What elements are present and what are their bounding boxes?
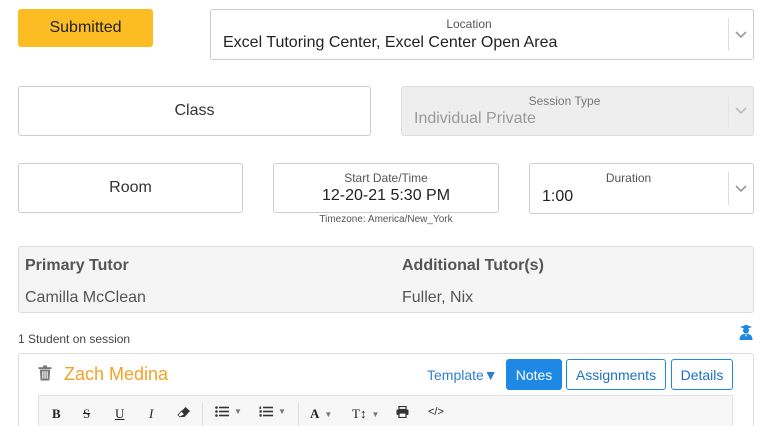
- timezone-note: Timezone: America/New_York: [319, 214, 453, 225]
- underline-button[interactable]: U: [115, 406, 124, 422]
- chevron-down-icon[interactable]: [728, 18, 753, 51]
- additional-tutors-names: Fuller, Nix: [402, 289, 474, 306]
- session-type-value: Individual Private: [414, 110, 536, 127]
- duration-label: Duration: [605, 171, 652, 185]
- trash-icon[interactable]: [38, 365, 52, 381]
- start-datetime-value: 12-20-21 5:30 PM: [321, 187, 451, 204]
- strikethrough-button[interactable]: S: [83, 406, 90, 422]
- tab-assignments[interactable]: Assignments: [566, 359, 666, 390]
- start-datetime-field[interactable]: Start Date/Time 12-20-21 5:30 PM: [273, 163, 499, 213]
- chevron-down-icon[interactable]: [728, 172, 753, 205]
- italic-button[interactable]: I: [149, 406, 153, 422]
- template-dropdown[interactable]: Template▼: [427, 367, 498, 383]
- tab-notes[interactable]: Notes: [506, 359, 562, 390]
- tutors-panel: Primary Tutor Additional Tutor(s) Camill…: [18, 246, 754, 313]
- chevron-down-icon: [728, 95, 753, 127]
- font-color-label: A: [310, 406, 320, 421]
- toolbar-divider: [298, 402, 299, 426]
- primary-tutor-name: Camilla McClean: [25, 289, 146, 306]
- bold-button[interactable]: B: [52, 406, 61, 422]
- class-button[interactable]: Class: [18, 86, 371, 136]
- print-icon[interactable]: [396, 406, 409, 418]
- tab-details[interactable]: Details: [671, 359, 733, 390]
- eraser-icon[interactable]: [177, 406, 191, 418]
- student-count: 1 Student on session: [18, 332, 131, 346]
- numbered-list-icon[interactable]: ▼: [259, 406, 286, 417]
- room-button[interactable]: Room: [18, 163, 243, 213]
- editor-toolbar: B S U I ▼ ▼ A ▼ T↕ ▼ </>: [38, 395, 733, 426]
- location-select[interactable]: Location Excel Tutoring Center, Excel Ce…: [210, 9, 754, 60]
- session-type-label: Session Type: [528, 94, 601, 108]
- font-size-button[interactable]: T↕ ▼: [352, 406, 379, 422]
- primary-tutor-header: Primary Tutor: [25, 257, 129, 274]
- toolbar-divider: [202, 402, 203, 426]
- session-type-select[interactable]: Session Type Individual Private: [401, 86, 754, 136]
- duration-select[interactable]: Duration 1:00: [529, 163, 754, 214]
- code-view-button[interactable]: </>: [428, 406, 444, 418]
- additional-tutors-header: Additional Tutor(s): [402, 257, 544, 274]
- bullet-list-icon[interactable]: ▼: [215, 406, 242, 417]
- font-size-label: T↕: [352, 406, 367, 421]
- status-submitted-button[interactable]: Submitted: [18, 9, 153, 47]
- font-color-button[interactable]: A ▼: [310, 406, 332, 422]
- student-name-link[interactable]: Zach Medina: [64, 364, 168, 385]
- start-datetime-label: Start Date/Time: [344, 171, 428, 185]
- location-label: Location: [446, 17, 492, 31]
- student-add-icon[interactable]: [738, 324, 754, 340]
- duration-value: 1:00: [542, 188, 574, 205]
- location-value: Excel Tutoring Center, Excel Center Open…: [223, 34, 558, 51]
